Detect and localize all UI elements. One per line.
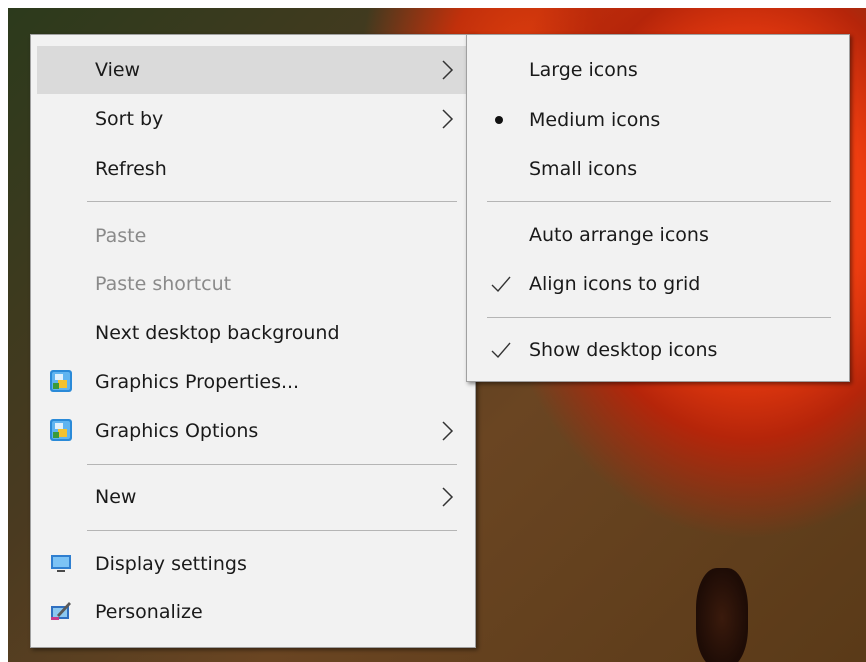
menu-item-label: Graphics Properties... [95, 371, 300, 393]
checkmark-icon [491, 276, 511, 293]
radio-bullet-icon [495, 116, 503, 124]
submenu-separator [487, 317, 831, 318]
menu-item-paste-shortcut: Paste shortcut [31, 260, 475, 308]
menu-item-sort-by[interactable]: Sort by [31, 95, 475, 143]
submenu-item-label: Small icons [529, 158, 638, 180]
menu-item-label: New [95, 486, 137, 508]
desktop-context-menu: View Sort by Refresh Paste Paste shortcu… [30, 34, 476, 648]
menu-item-new[interactable]: New [31, 473, 475, 521]
menu-item-label: Paste [95, 225, 147, 247]
menu-item-label: Next desktop background [95, 322, 340, 344]
menu-item-label: Sort by [95, 108, 164, 130]
menu-item-display-settings[interactable]: Display settings [31, 540, 475, 588]
chevron-right-icon [442, 109, 454, 129]
chevron-right-icon [442, 60, 454, 80]
personalize-icon [51, 602, 71, 620]
chevron-right-icon [442, 421, 454, 441]
menu-item-refresh[interactable]: Refresh [31, 145, 475, 193]
menu-item-label: Graphics Options [95, 420, 259, 442]
submenu-item-show-desktop-icons[interactable]: Show desktop icons [467, 326, 849, 374]
submenu-item-align-to-grid[interactable]: Align icons to grid [467, 260, 849, 308]
flower-stem [696, 568, 748, 662]
menu-item-label: View [95, 59, 141, 81]
submenu-item-label: Medium icons [529, 109, 661, 131]
intel-graphics-icon [50, 370, 72, 392]
menu-item-label: Personalize [95, 601, 203, 623]
menu-item-next-desktop-background[interactable]: Next desktop background [31, 309, 475, 357]
chevron-right-icon [442, 487, 454, 507]
menu-item-paste: Paste [31, 212, 475, 260]
menu-separator [87, 530, 457, 531]
intel-graphics-icon [50, 419, 72, 441]
submenu-item-label: Auto arrange icons [529, 224, 709, 246]
menu-separator [87, 464, 457, 465]
checkmark-icon [491, 342, 511, 359]
menu-item-label: Paste shortcut [95, 273, 232, 295]
menu-item-personalize[interactable]: Personalize [31, 588, 475, 636]
submenu-item-auto-arrange[interactable]: Auto arrange icons [467, 211, 849, 259]
submenu-item-label: Show desktop icons [529, 339, 718, 361]
menu-item-view[interactable]: View [37, 46, 469, 94]
submenu-separator [487, 201, 831, 202]
submenu-item-medium-icons[interactable]: Medium icons [467, 96, 849, 144]
menu-separator [87, 201, 457, 202]
menu-item-label: Display settings [95, 553, 247, 575]
submenu-item-label: Align icons to grid [529, 273, 701, 295]
submenu-item-small-icons[interactable]: Small icons [467, 145, 849, 193]
submenu-item-label: Large icons [529, 59, 638, 81]
submenu-item-large-icons[interactable]: Large icons [467, 46, 849, 94]
view-submenu: Large icons Medium icons Small icons Aut… [466, 34, 850, 382]
menu-item-graphics-options[interactable]: Graphics Options [31, 407, 475, 455]
menu-item-label: Refresh [95, 158, 167, 180]
display-icon [51, 555, 71, 572]
menu-item-graphics-properties[interactable]: Graphics Properties... [31, 358, 475, 406]
